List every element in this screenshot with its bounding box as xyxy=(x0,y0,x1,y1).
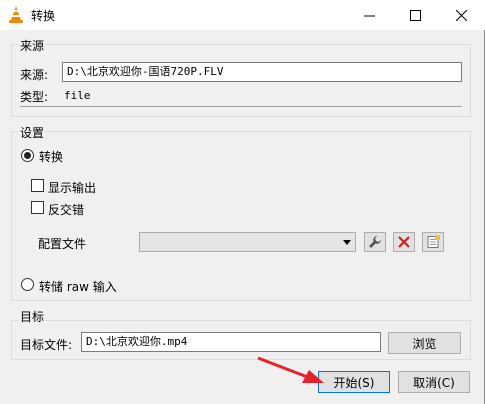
source-group-title: 来源 xyxy=(19,37,46,54)
window-title: 转换 xyxy=(31,9,56,23)
source-separator xyxy=(20,106,462,107)
destination-file-label: 目标文件: xyxy=(20,338,73,352)
minimize-button[interactable] xyxy=(346,0,392,30)
dump-raw-radio[interactable] xyxy=(21,278,34,291)
convert-label: 转换 xyxy=(39,150,64,164)
destination-group-title: 目标 xyxy=(19,308,46,325)
chevron-down-icon xyxy=(343,240,351,245)
minimize-icon xyxy=(363,15,375,16)
close-button[interactable] xyxy=(438,0,484,30)
new-profile-button[interactable] xyxy=(422,232,444,252)
profile-dropdown[interactable] xyxy=(139,232,356,252)
source-path-field[interactable]: D:\北京欢迎你-国语720P.FLV xyxy=(62,62,462,82)
dump-raw-label: 转储 raw 输入 xyxy=(39,280,117,294)
edit-profile-button[interactable] xyxy=(364,232,386,252)
delete-icon xyxy=(398,236,410,248)
wrench-icon xyxy=(369,236,381,248)
cancel-button[interactable]: 取消(C) xyxy=(398,371,470,393)
close-icon xyxy=(455,9,467,21)
title-bar: 转换 xyxy=(0,0,485,30)
destination-file-field[interactable]: D:\北京欢迎你.mp4 xyxy=(81,332,381,352)
new-profile-icon xyxy=(427,235,440,248)
source-label: 来源: xyxy=(20,68,49,82)
type-value: file xyxy=(64,89,91,102)
show-output-label: 显示输出 xyxy=(48,181,97,195)
deinterlace-label: 反交错 xyxy=(48,203,85,217)
profile-label: 配置文件 xyxy=(38,237,87,251)
maximize-icon xyxy=(409,9,421,21)
maximize-button[interactable] xyxy=(392,0,438,30)
deinterlace-checkbox[interactable] xyxy=(31,201,44,214)
delete-profile-button[interactable] xyxy=(393,232,415,252)
convert-dialog: 转换 来源 来源: D:\北京欢迎你-国语720P.FLV 类型: file 设… xyxy=(0,0,485,404)
start-button[interactable]: 开始(S) xyxy=(318,371,390,393)
show-output-checkbox[interactable] xyxy=(31,179,44,192)
browse-button[interactable]: 浏览 xyxy=(388,332,461,354)
convert-radio[interactable] xyxy=(21,149,34,162)
type-label: 类型: xyxy=(20,90,49,104)
vlc-cone-icon xyxy=(9,6,23,23)
settings-group-title: 设置 xyxy=(19,124,46,141)
